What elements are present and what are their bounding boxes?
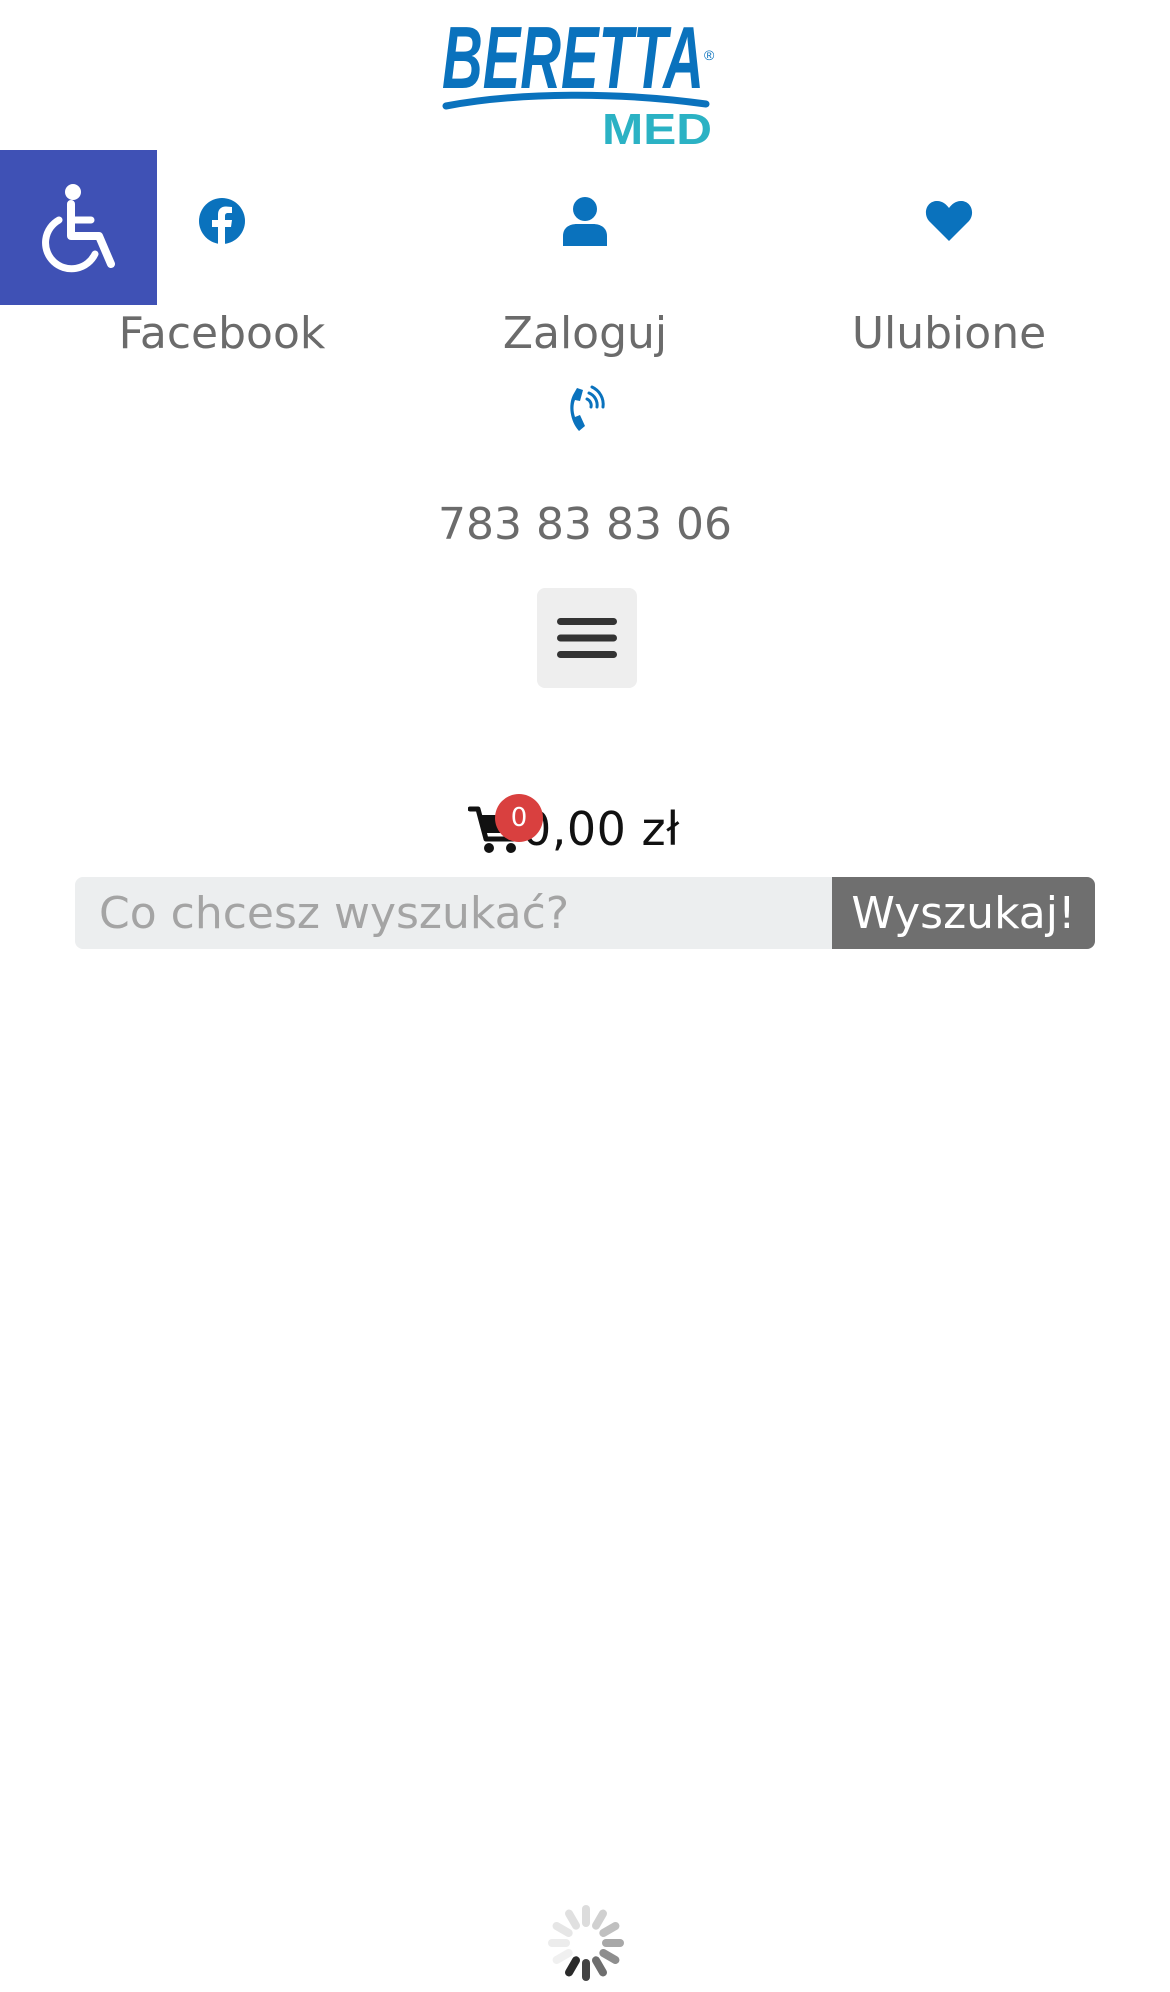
user-icon (563, 197, 607, 246)
logo-registered-mark: ® (704, 47, 715, 63)
hamburger-icon (557, 618, 617, 658)
cart-button[interactable]: 0,00 zł 0 (468, 794, 680, 864)
menu-toggle-button[interactable] (537, 588, 637, 688)
favorites-label: Ulubione (851, 308, 1047, 359)
cart-count-badge: 0 (495, 794, 543, 842)
loading-spinner (545, 1902, 627, 1984)
site-logo[interactable]: BERETTA ® MED (440, 4, 730, 154)
facebook-link[interactable]: Facebook (62, 190, 382, 359)
search-input[interactable] (75, 877, 832, 949)
search-button[interactable]: Wyszukaj! (832, 877, 1095, 949)
heart-icon (925, 200, 973, 241)
login-link[interactable]: Zaloguj (425, 190, 745, 359)
spinner-icon (548, 1905, 624, 1981)
favorites-link[interactable]: Ulubione (789, 190, 1109, 359)
phone-number[interactable]: 783 83 83 06 (385, 499, 785, 550)
cart-total: 0,00 zł (522, 802, 680, 856)
logo-sub-text: MED (602, 105, 712, 150)
logo-brand-text: BERETTA (442, 8, 704, 107)
phone-link[interactable] (565, 385, 607, 435)
phone-icon (570, 385, 605, 431)
search-form: Wyszukaj! (75, 877, 1095, 949)
facebook-icon (199, 198, 245, 244)
login-label: Zaloguj (502, 308, 668, 359)
beretta-med-logo: BERETTA ® MED (442, 8, 715, 154)
facebook-label: Facebook (118, 308, 326, 359)
